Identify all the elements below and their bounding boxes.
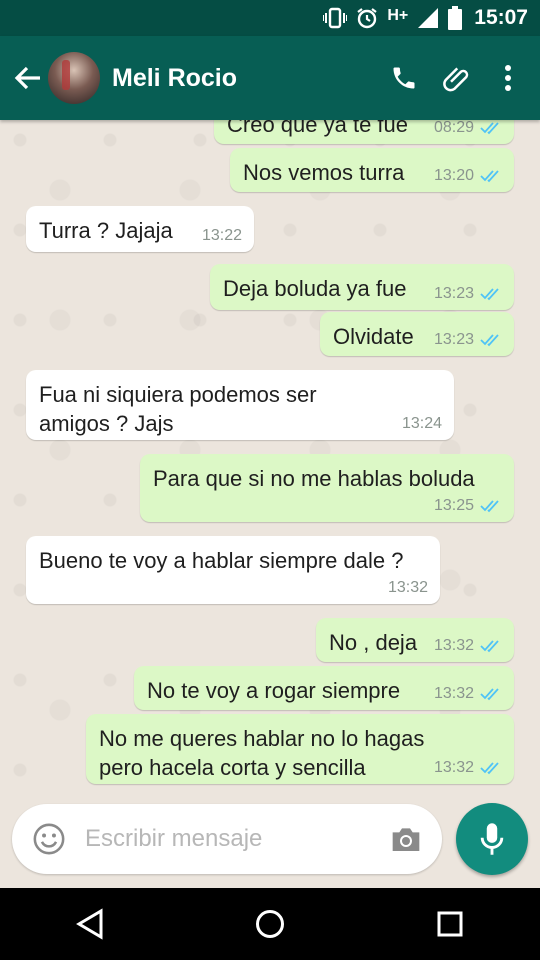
back-arrow-icon (14, 66, 40, 90)
message-text: Turra ? Jajaja (39, 218, 173, 243)
system-nav-bar (0, 888, 540, 960)
message-time: 08:29 (433, 120, 474, 136)
attach-icon (443, 67, 469, 92)
message-meta: 13:23 (434, 285, 502, 303)
message-bubble[interactable]: Para que si no me hablas boluda 13:25 (140, 454, 514, 522)
attach-button[interactable] (430, 52, 482, 104)
message-text: Deja boluda ya fue (223, 276, 407, 301)
message-time: 13:23 (433, 285, 474, 302)
message-list[interactable]: Creo que ya te fue 08:29 Nos vemos turra… (0, 120, 540, 800)
message-time: 13:20 (433, 167, 474, 184)
record-voice-button[interactable] (456, 803, 528, 875)
camera-button[interactable] (390, 824, 422, 859)
back-button[interactable] (6, 56, 50, 100)
nav-recents-button[interactable] (420, 894, 480, 954)
avatar[interactable] (48, 52, 100, 104)
status-bar: H+ 15:07 (0, 0, 540, 36)
vibrate-icon (323, 6, 348, 30)
message-bubble[interactable]: Creo que ya te fue 08:29 (214, 120, 514, 144)
message-input[interactable]: Escribir mensaje (85, 825, 262, 853)
read-ticks-icon (480, 640, 499, 653)
message-meta: 13:32 (434, 637, 502, 655)
read-ticks-icon (480, 288, 499, 301)
phone-icon (393, 67, 415, 89)
chat-header: Meli Rocio (0, 36, 540, 120)
message-text: Para que si no me hablas boluda (153, 466, 475, 491)
message-text: No , deja (329, 630, 418, 655)
message-bubble[interactable]: Nos vemos turra 13:20 (230, 148, 514, 192)
message-bubble[interactable]: Turra ? Jajaja 13:22 (26, 206, 254, 252)
message-bubble[interactable]: Olvidate 13:23 (320, 312, 514, 356)
camera-icon (392, 828, 420, 851)
message-bubble[interactable]: Fua ni siquiera podemos ser amigos ? Jaj… (26, 370, 454, 440)
message-bubble[interactable]: No me queres hablar no lo hagas pero hac… (86, 714, 514, 784)
message-meta: 13:32 (434, 685, 502, 703)
message-time: 13:32 (433, 685, 474, 702)
message-meta: 13:32 (434, 759, 502, 777)
network-type: H+ (387, 7, 409, 24)
nav-recents-icon (437, 911, 463, 937)
message-time: 13:24 (401, 415, 442, 432)
message-meta: 13:32 (388, 579, 428, 597)
message-time: 13:32 (433, 637, 474, 654)
read-ticks-icon (480, 762, 499, 775)
battery-icon (448, 6, 463, 30)
read-ticks-icon (480, 334, 499, 347)
read-ticks-icon (480, 122, 499, 135)
mic-icon (480, 823, 504, 855)
message-time: 13:25 (433, 497, 474, 514)
message-text: Nos vemos turra (243, 160, 405, 185)
message-meta: 13:20 (434, 167, 502, 185)
nav-back-icon (76, 908, 103, 940)
more-vert-icon (505, 65, 511, 91)
alarm-icon (355, 6, 379, 30)
message-composer[interactable]: Escribir mensaje (12, 804, 442, 874)
read-ticks-icon (480, 688, 499, 701)
read-ticks-icon (480, 500, 499, 513)
message-meta: 08:29 (434, 120, 502, 137)
more-options-button[interactable] (482, 52, 534, 104)
message-text: Bueno te voy a hablar siempre dale ? (39, 548, 404, 573)
emoji-button[interactable] (32, 822, 66, 861)
signal-icon (416, 6, 440, 30)
nav-home-icon (256, 910, 284, 938)
message-time: 13:32 (387, 579, 428, 596)
call-button[interactable] (378, 52, 430, 104)
message-meta: 13:23 (434, 331, 502, 349)
message-text: No me queres hablar no lo hagas pero hac… (99, 726, 425, 780)
message-time: 13:22 (201, 227, 242, 244)
contact-name[interactable]: Meli Rocio (112, 64, 378, 93)
message-bubble[interactable]: Bueno te voy a hablar siempre dale ? 13:… (26, 536, 440, 604)
message-meta: 13:25 (434, 497, 502, 515)
nav-back-button[interactable] (60, 894, 120, 954)
status-time: 15:07 (474, 6, 528, 29)
message-text: Fua ni siquiera podemos ser amigos ? Jaj… (39, 382, 317, 436)
message-text: No te voy a rogar siempre (147, 678, 401, 703)
message-text: Olvidate (333, 324, 414, 349)
message-meta: 13:24 (402, 415, 442, 433)
message-time: 13:23 (433, 331, 474, 348)
message-bubble[interactable]: No , deja 13:32 (316, 618, 514, 662)
message-bubble[interactable]: No te voy a rogar siempre 13:32 (134, 666, 514, 710)
message-time: 13:32 (433, 759, 474, 776)
emoji-icon (33, 823, 65, 855)
message-text: Creo que ya te fue (227, 120, 409, 137)
message-bubble[interactable]: Deja boluda ya fue 13:23 (210, 264, 514, 310)
message-meta: 13:22 (202, 227, 242, 245)
read-ticks-icon (480, 170, 499, 183)
nav-home-button[interactable] (240, 894, 300, 954)
